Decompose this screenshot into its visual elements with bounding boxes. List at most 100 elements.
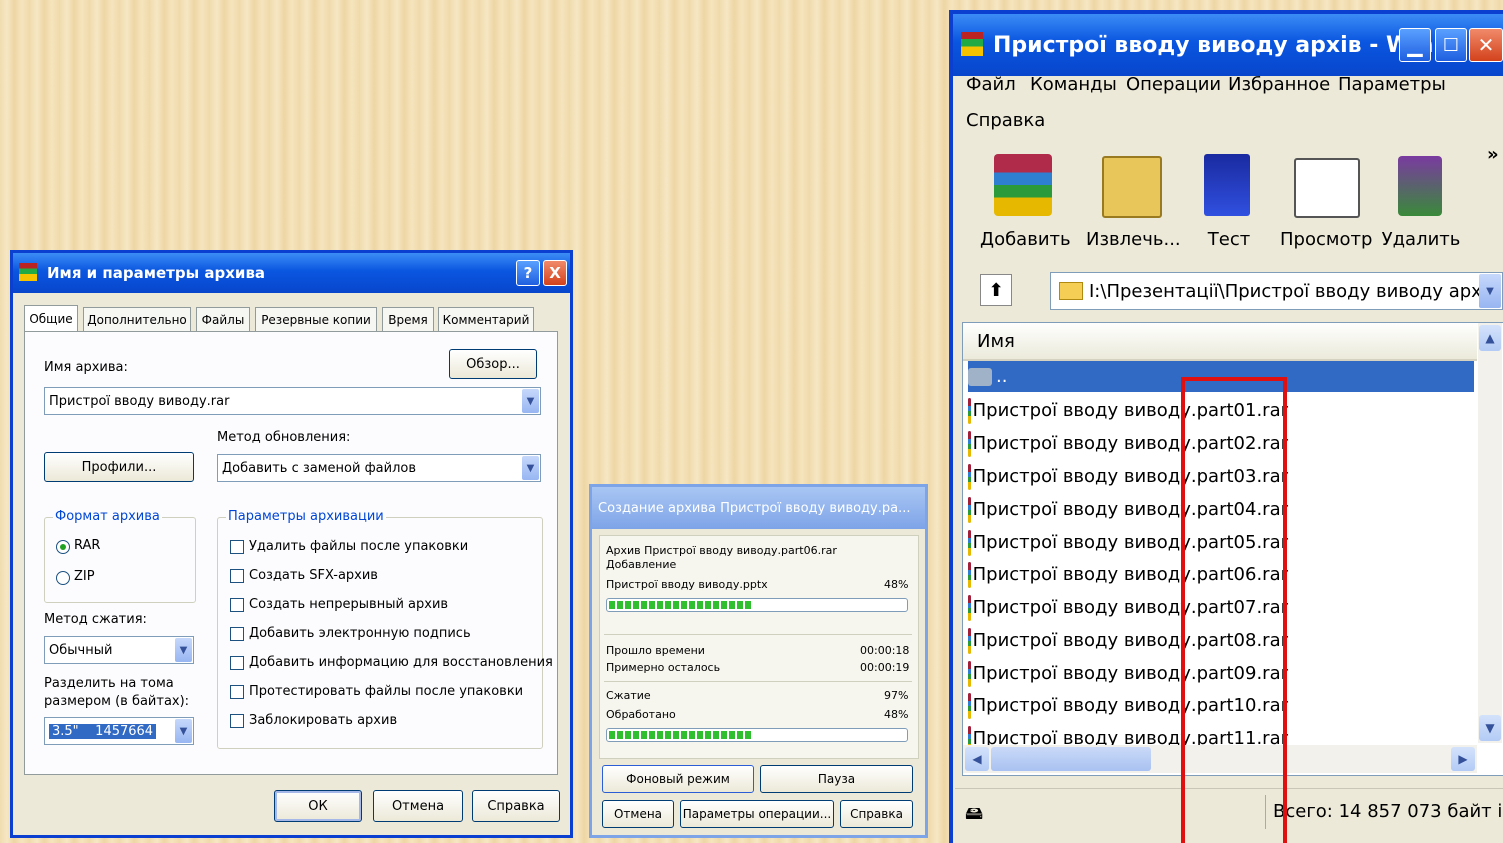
- toolbar-add-button[interactable]: Добавить: [980, 150, 1071, 250]
- lock-archive-label: Заблокировать архив: [249, 713, 398, 728]
- add-archive-icon: [994, 154, 1052, 216]
- test-icon: [1204, 154, 1250, 216]
- status-total: Всего: 14 857 073 байт i: [1273, 801, 1503, 822]
- pause-button[interactable]: Пауза: [760, 765, 913, 793]
- split-volumes-value: 3.5" 1457664: [49, 723, 157, 739]
- profiles-button[interactable]: Профили...: [44, 452, 194, 482]
- split-volumes-combo[interactable]: 3.5" 1457664 ▼: [44, 717, 194, 745]
- delete-bin-icon: [1398, 156, 1442, 216]
- digital-signature-checkbox[interactable]: [230, 627, 244, 641]
- format-rar-radio[interactable]: [56, 540, 70, 554]
- delete-after-checkbox[interactable]: [230, 540, 244, 554]
- scroll-thumb[interactable]: [991, 747, 1151, 771]
- archive-name-combo[interactable]: Пристрої вводу виводу.rar ▼: [44, 387, 541, 415]
- rar-file-icon: [968, 594, 971, 621]
- chevron-down-icon[interactable]: ▼: [1479, 274, 1501, 308]
- chevron-down-icon[interactable]: ▼: [175, 719, 192, 743]
- vertical-scrollbar[interactable]: ▲ ▼: [1478, 323, 1502, 743]
- background-mode-button[interactable]: Фоновый режим: [602, 765, 754, 793]
- split-volumes-label-2: размером (в байтах):: [44, 694, 190, 709]
- update-method-value: Добавить с заменой файлов: [222, 460, 417, 476]
- help-button[interactable]: Справка: [472, 790, 560, 822]
- winrar-title: Пристрої вводу виводу архів - Win...: [993, 32, 1459, 58]
- toolbar-extract-button[interactable]: Извлечь...: [1086, 150, 1181, 250]
- compression-method-value: Обычный: [49, 642, 113, 658]
- progress-dialog-title: Создание архива Пристрої вводу виводу.ра…: [598, 500, 911, 516]
- operation-options-button[interactable]: Параметры операции...: [680, 800, 834, 828]
- menu-file[interactable]: Файл: [966, 74, 1016, 95]
- menu-favorites[interactable]: Избранное: [1228, 74, 1330, 95]
- scroll-right-icon[interactable]: ▶: [1451, 747, 1475, 771]
- drive-key-icon: 🖴: [965, 803, 984, 824]
- maximize-icon[interactable]: ☐: [1435, 28, 1467, 62]
- rar-file-icon: [968, 397, 971, 424]
- tab-comment[interactable]: Комментарий: [438, 307, 534, 331]
- menu-commands[interactable]: Команды: [1030, 74, 1117, 95]
- toolbar-delete-label: Удалить: [1381, 229, 1461, 250]
- digital-signature-label: Добавить электронную подпись: [249, 626, 471, 641]
- archive-name-label: Имя архива:: [44, 360, 128, 375]
- menu-help[interactable]: Справка: [966, 110, 1045, 131]
- browse-button[interactable]: Обзор...: [449, 349, 537, 379]
- tab-backup[interactable]: Резервные копии: [255, 307, 377, 331]
- remaining-label: Примерно осталось: [606, 661, 721, 674]
- menu-operations[interactable]: Операции: [1126, 74, 1221, 95]
- highlight-box: [1181, 377, 1287, 843]
- chevron-down-icon[interactable]: ▼: [522, 456, 539, 480]
- file-progress-bar: [606, 598, 908, 612]
- compression-method-combo[interactable]: Обычный ▼: [44, 636, 194, 664]
- toolbar-test-button[interactable]: Тест: [1184, 150, 1274, 250]
- lock-archive-checkbox[interactable]: [230, 714, 244, 728]
- menu-options[interactable]: Параметры: [1338, 74, 1446, 95]
- recovery-record-checkbox[interactable]: [230, 656, 244, 670]
- format-zip-radio[interactable]: [56, 571, 70, 585]
- elapsed-label: Прошло времени: [606, 644, 705, 657]
- tab-advanced[interactable]: Дополнительно: [83, 307, 191, 331]
- toolbar-more-chevron[interactable]: »: [1487, 144, 1499, 165]
- tab-time[interactable]: Время: [382, 307, 434, 331]
- scroll-left-icon[interactable]: ◀: [965, 747, 989, 771]
- path-combo[interactable]: I:\Презентації\Пристрої вводу виводу арх…: [1050, 272, 1503, 310]
- create-sfx-checkbox[interactable]: [230, 569, 244, 583]
- up-folder-button[interactable]: ⬆: [980, 274, 1012, 306]
- tab-general[interactable]: Общие: [24, 305, 78, 332]
- name-column-header[interactable]: Имя: [963, 323, 1477, 361]
- close-icon[interactable]: ✕: [1469, 28, 1503, 62]
- scroll-down-icon[interactable]: ▼: [1479, 715, 1501, 741]
- scroll-up-icon[interactable]: ▲: [1479, 325, 1501, 351]
- rar-file-icon: [968, 529, 971, 556]
- chevron-down-icon[interactable]: ▼: [522, 389, 539, 413]
- compression-ratio-value: 97%: [884, 689, 909, 702]
- tab-files[interactable]: Файлы: [196, 307, 250, 331]
- rar-file-icon: [968, 692, 971, 719]
- cancel-button[interactable]: Отмена: [373, 790, 463, 822]
- current-file-text: Пристрої вводу виводу.pptx: [606, 578, 768, 591]
- test-files-checkbox[interactable]: [230, 685, 244, 699]
- test-files-label: Протестировать файлы после упаковки: [249, 684, 524, 699]
- parent-folder-label: ..: [996, 366, 1008, 387]
- winrar-titlebar[interactable]: Пристрої вводу виводу архів - Win... ▁ ☐…: [953, 14, 1503, 76]
- chevron-down-icon[interactable]: ▼: [175, 638, 192, 662]
- file-progress-fill: [609, 601, 751, 609]
- close-icon[interactable]: X: [543, 260, 567, 286]
- archive-dialog-titlebar[interactable]: Имя и параметры архива ? X: [13, 253, 570, 293]
- elapsed-value: 00:00:18: [860, 644, 910, 657]
- rar-file-icon: [968, 660, 971, 687]
- toolbar-view-button[interactable]: Просмотр: [1280, 150, 1373, 250]
- solid-archive-checkbox[interactable]: [230, 598, 244, 612]
- total-progress-bar: [606, 728, 908, 742]
- archive-format-group: Формат архива: [44, 509, 196, 603]
- toolbar-delete-button[interactable]: Удалить: [1376, 150, 1466, 250]
- progress-dialog-titlebar[interactable]: Создание архива Пристрої вводу виводу.ра…: [592, 487, 925, 529]
- create-sfx-label: Создать SFX-архив: [249, 568, 378, 583]
- update-method-combo[interactable]: Добавить с заменой файлов ▼: [217, 454, 541, 482]
- rar-file-icon: [968, 463, 971, 490]
- help-title-button[interactable]: ?: [516, 260, 540, 286]
- format-zip-label: ZIP: [74, 569, 95, 584]
- minimize-icon[interactable]: ▁: [1399, 28, 1431, 62]
- progress-divider: [604, 681, 912, 682]
- cancel-operation-button[interactable]: Отмена: [602, 800, 674, 828]
- toolbar-view-label: Просмотр: [1280, 229, 1373, 250]
- progress-help-button[interactable]: Справка: [840, 800, 913, 828]
- ok-button[interactable]: ОК: [274, 790, 362, 822]
